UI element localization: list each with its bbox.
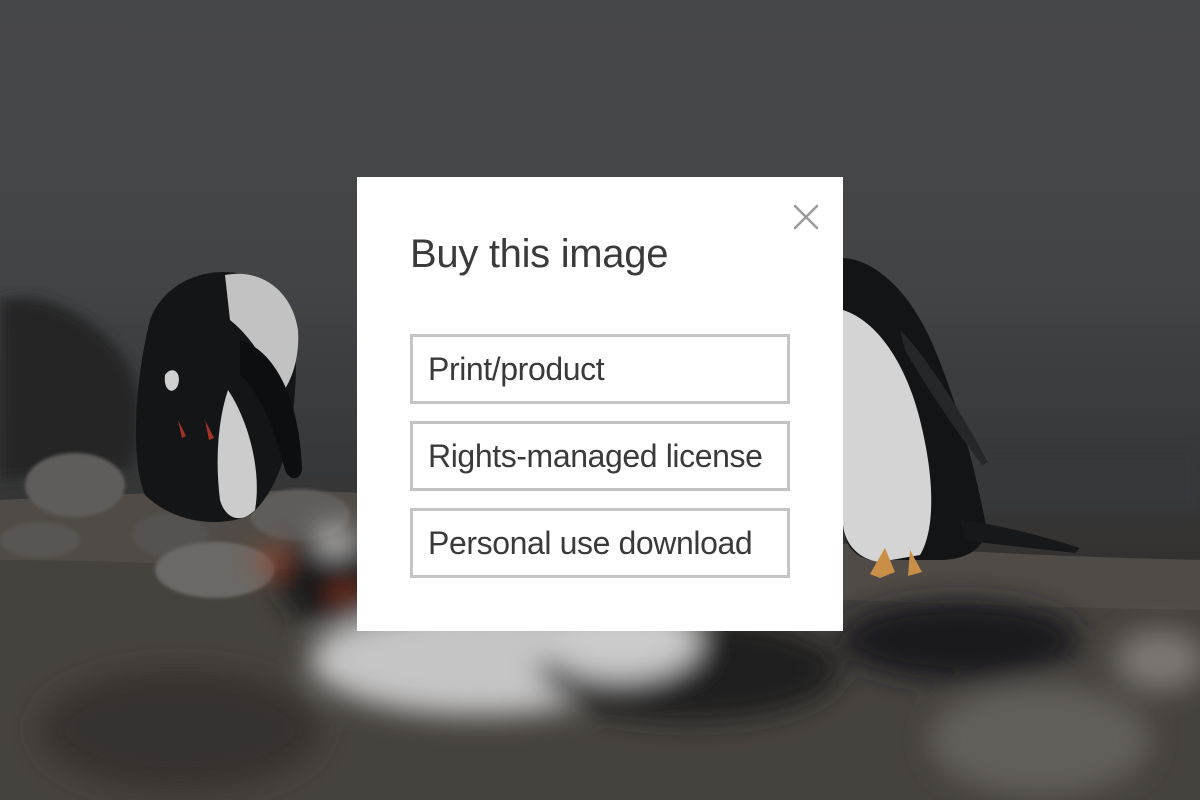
personal-use-download-button[interactable]: Personal use download (410, 508, 790, 578)
rights-managed-license-button[interactable]: Rights-managed license (410, 421, 790, 491)
close-button[interactable] (791, 202, 821, 232)
modal-title: Buy this image (410, 232, 669, 276)
print-product-button[interactable]: Print/product (410, 334, 790, 404)
purchase-options: Print/product Rights-managed license Per… (410, 334, 790, 595)
close-icon (793, 204, 819, 230)
buy-image-modal: Buy this image Print/product Rights-mana… (357, 177, 843, 631)
